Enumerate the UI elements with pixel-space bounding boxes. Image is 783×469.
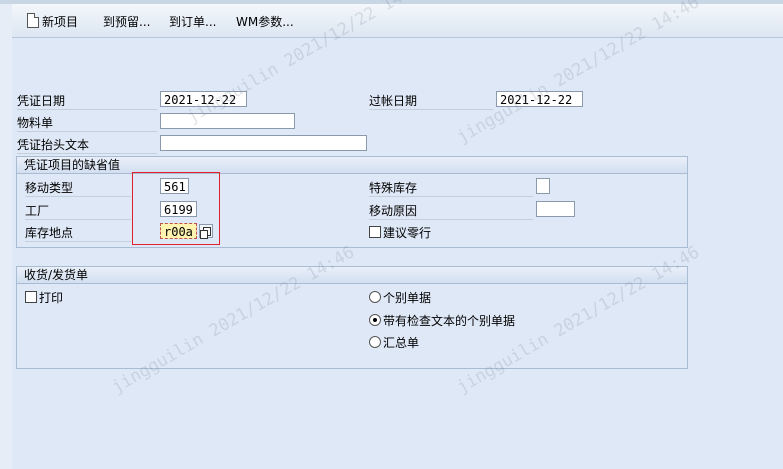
plant-label: 工厂	[25, 203, 131, 220]
radio-selected-icon	[369, 314, 381, 326]
special-stock-label: 特殊库存	[369, 180, 533, 197]
highlight-box	[132, 172, 220, 245]
doc-date-input[interactable]: 2021-12-22	[160, 91, 247, 107]
radio-collective-slip[interactable]: 汇总单	[369, 335, 419, 351]
application-toolbar: 新项目 到预留... 到订单... WM参数...	[12, 4, 783, 38]
suggest-zero-checkbox[interactable]: 建议零行	[369, 225, 431, 241]
to-reservation-button[interactable]: 到预留...	[103, 13, 150, 31]
print-checkbox[interactable]: 打印	[25, 290, 63, 306]
movement-type-label: 移动类型	[25, 180, 131, 197]
radio-label: 个别单据	[383, 291, 432, 305]
to-order-button[interactable]: 到订单...	[169, 13, 216, 31]
special-stock-input[interactable]	[536, 178, 550, 194]
checkbox-icon	[369, 226, 381, 238]
receipt-group: 收货/发货单	[16, 266, 688, 369]
bill-of-lading-input[interactable]	[160, 113, 295, 129]
radio-individual-slip-inspection[interactable]: 带有检查文本的个别单据	[369, 313, 515, 329]
defaults-group-title: 凭证项目的缺省值	[17, 157, 687, 174]
storage-location-label: 库存地点	[25, 225, 131, 242]
doc-date-label: 凭证日期	[17, 93, 157, 110]
radio-label: 汇总单	[383, 336, 420, 350]
radio-icon	[369, 336, 381, 348]
suggest-zero-label: 建议零行	[383, 226, 432, 240]
radio-label: 带有检查文本的个别单据	[383, 314, 516, 328]
new-item-label: 新项目	[42, 15, 79, 29]
wm-params-button[interactable]: WM参数...	[236, 13, 294, 31]
receipt-group-title: 收货/发货单	[17, 267, 687, 284]
radio-individual-slip[interactable]: 个别单据	[369, 290, 431, 306]
new-item-button[interactable]: 新项目	[27, 13, 78, 31]
header-text-input[interactable]	[160, 135, 367, 151]
bill-of-lading-label: 物料单	[17, 115, 157, 132]
header-text-label: 凭证抬头文本	[17, 137, 157, 154]
post-date-input[interactable]: 2021-12-22	[496, 91, 583, 107]
print-label: 打印	[39, 291, 64, 305]
left-strip	[0, 4, 12, 469]
movement-reason-label: 移动原因	[369, 203, 533, 220]
post-date-label: 过帐日期	[369, 93, 493, 110]
movement-reason-input[interactable]	[536, 201, 575, 217]
checkbox-icon	[25, 291, 37, 303]
document-icon	[27, 13, 39, 28]
radio-icon	[369, 291, 381, 303]
